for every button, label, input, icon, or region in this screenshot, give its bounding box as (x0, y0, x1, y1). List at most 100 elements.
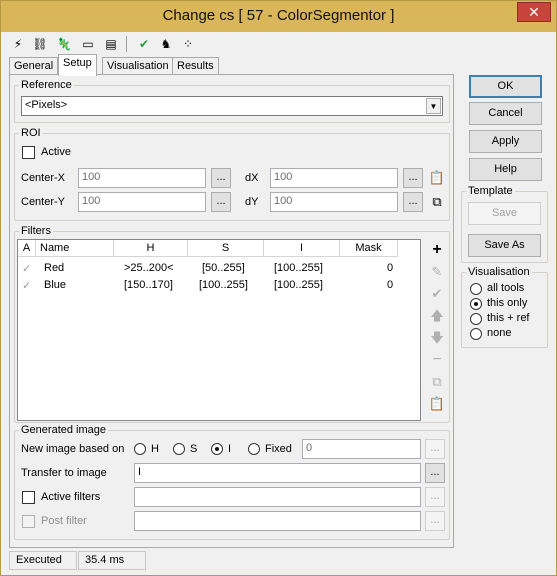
figure-icon[interactable]: ♞ (157, 35, 175, 53)
radio-fixed-label: Fixed (265, 443, 292, 455)
column-header-h[interactable]: H (114, 240, 188, 257)
radio-fixed[interactable] (248, 443, 260, 455)
center-x-input[interactable]: 100 (78, 168, 206, 188)
table-cell: Red (44, 262, 65, 274)
transfer-input[interactable]: I (134, 463, 421, 483)
column-header-mask[interactable]: Mask (340, 240, 398, 257)
new-image-label: New image based on (21, 443, 125, 455)
radio-i[interactable] (211, 443, 223, 455)
post-filter-checkbox[interactable] (22, 515, 35, 528)
post-filter-input[interactable] (134, 511, 421, 531)
fixed-value-input[interactable]: 0 (302, 439, 421, 459)
reference-value: <Pixels> (25, 99, 68, 111)
radio-all-tools-label: all tools (487, 282, 525, 294)
status-time: 35.4 ms (78, 551, 146, 570)
lightning-icon[interactable]: ⚡ (9, 35, 27, 53)
dinosaur-icon[interactable]: 🦎 (55, 35, 73, 53)
post-filter-browse-button[interactable]: ... (425, 511, 445, 531)
dy-input[interactable]: 100 (270, 192, 398, 212)
table-cell: [100..255] (274, 262, 323, 274)
link-icon[interactable]: ⛓ (31, 35, 49, 53)
fixed-browse-button[interactable]: ... (425, 439, 445, 459)
console-icon[interactable]: ▭ (79, 35, 97, 53)
table-cell: [100..255] (274, 279, 323, 291)
paste-filter-icon[interactable]: 📋 (428, 395, 446, 413)
table-cell: [50..255] (202, 262, 245, 274)
ok-button[interactable]: OK (469, 75, 542, 98)
tab-setup[interactable]: Setup (58, 54, 97, 76)
radio-h-label: H (151, 443, 159, 455)
roi-group: ROI Active Center-X 100 ... dX 100 ... 📋… (14, 127, 450, 221)
setup-tab-page: Reference <Pixels> ▼ ROI Active Center-X… (9, 74, 454, 548)
edit-filter-icon[interactable]: ✎ (428, 263, 446, 281)
title-bar[interactable]: Change cs [ 57 - ColorSegmentor ] ✕ (1, 1, 556, 32)
template-save-as-button[interactable]: Save As (468, 234, 541, 257)
active-filters-checkbox[interactable] (22, 491, 35, 504)
arrow-up-icon[interactable]: 🡅 (428, 307, 446, 325)
template-legend: Template (466, 185, 515, 197)
column-header-s[interactable]: S (188, 240, 264, 257)
radio-none-label: none (487, 327, 512, 339)
generated-image-group: Generated image New image based on H S I… (14, 424, 450, 540)
remove-filter-icon[interactable]: − (428, 351, 446, 369)
dy-browse-button[interactable]: ... (403, 192, 423, 212)
dx-input[interactable]: 100 (270, 168, 398, 188)
active-filters-input[interactable] (134, 487, 421, 507)
dots-icon[interactable]: ⁘ (179, 35, 197, 53)
apply-button[interactable]: Apply (469, 130, 542, 153)
add-filter-icon[interactable]: + (428, 241, 446, 259)
radio-this-plus-ref[interactable] (470, 313, 482, 325)
reference-select[interactable]: <Pixels> ▼ (21, 96, 443, 116)
table-cell: 0 (387, 262, 394, 274)
filters-table[interactable]: A Name H S I Mask ✓ Red >25..200< [50..2… (17, 239, 421, 421)
tab-results[interactable]: Results (172, 57, 219, 75)
visualisation-legend: Visualisation (466, 266, 532, 278)
column-header-name[interactable]: Name (36, 240, 114, 257)
clipboard-icon[interactable]: 📋 (428, 169, 446, 187)
transfer-label: Transfer to image (21, 467, 107, 479)
document-icon[interactable]: ▤ (102, 35, 120, 53)
table-cell: >25..200< (124, 262, 174, 274)
template-group: Template Save Save As (461, 185, 548, 263)
radio-h[interactable] (134, 443, 146, 455)
template-save-button[interactable]: Save (468, 202, 541, 225)
radio-this-only[interactable] (470, 298, 482, 310)
roi-legend: ROI (19, 127, 43, 139)
dx-label: dX (245, 172, 259, 184)
active-filters-browse-button[interactable]: ... (425, 487, 445, 507)
radio-s[interactable] (173, 443, 185, 455)
table-cell: Blue (44, 279, 67, 291)
transfer-browse-button[interactable]: ... (425, 463, 445, 483)
cancel-button[interactable]: Cancel (469, 102, 542, 125)
arrow-down-icon[interactable]: 🡇 (428, 329, 446, 347)
chevron-down-icon[interactable]: ▼ (426, 98, 441, 114)
center-y-browse-button[interactable]: ... (211, 192, 231, 212)
tab-visualisation[interactable]: Visualisation (102, 57, 174, 75)
radio-none[interactable] (470, 328, 482, 340)
help-button[interactable]: Help (469, 158, 542, 181)
row-check-icon[interactable]: ✓ (22, 262, 31, 275)
roi-active-label: Active (41, 146, 71, 158)
radio-all-tools[interactable] (470, 283, 482, 295)
checkmark-icon[interactable]: ✔ (135, 35, 153, 53)
active-filters-label: Active filters (41, 491, 101, 503)
status-bar: Executed 35.4 ms (7, 551, 552, 570)
copy-icon[interactable]: ⧉ (428, 193, 446, 211)
window-title: Change cs [ 57 - ColorSegmentor ] (162, 7, 395, 24)
center-x-browse-button[interactable]: ... (211, 168, 231, 188)
row-check-icon[interactable]: ✓ (22, 279, 31, 292)
check-filter-icon[interactable]: ✔ (428, 285, 446, 303)
column-header-a[interactable]: A (18, 240, 36, 257)
radio-this-plus-ref-label: this + ref (487, 312, 530, 324)
dx-browse-button[interactable]: ... (403, 168, 423, 188)
close-button[interactable]: ✕ (517, 2, 551, 22)
tab-general[interactable]: General (9, 57, 59, 75)
column-header-i[interactable]: I (264, 240, 340, 257)
copy-filter-icon[interactable]: ⧉ (428, 373, 446, 391)
center-y-input[interactable]: 100 (78, 192, 206, 212)
center-x-label: Center-X (21, 172, 66, 184)
reference-legend: Reference (19, 79, 74, 91)
visualisation-group: Visualisation all tools this only this +… (461, 266, 548, 348)
radio-this-only-label: this only (487, 297, 528, 309)
roi-active-checkbox[interactable] (22, 146, 35, 159)
